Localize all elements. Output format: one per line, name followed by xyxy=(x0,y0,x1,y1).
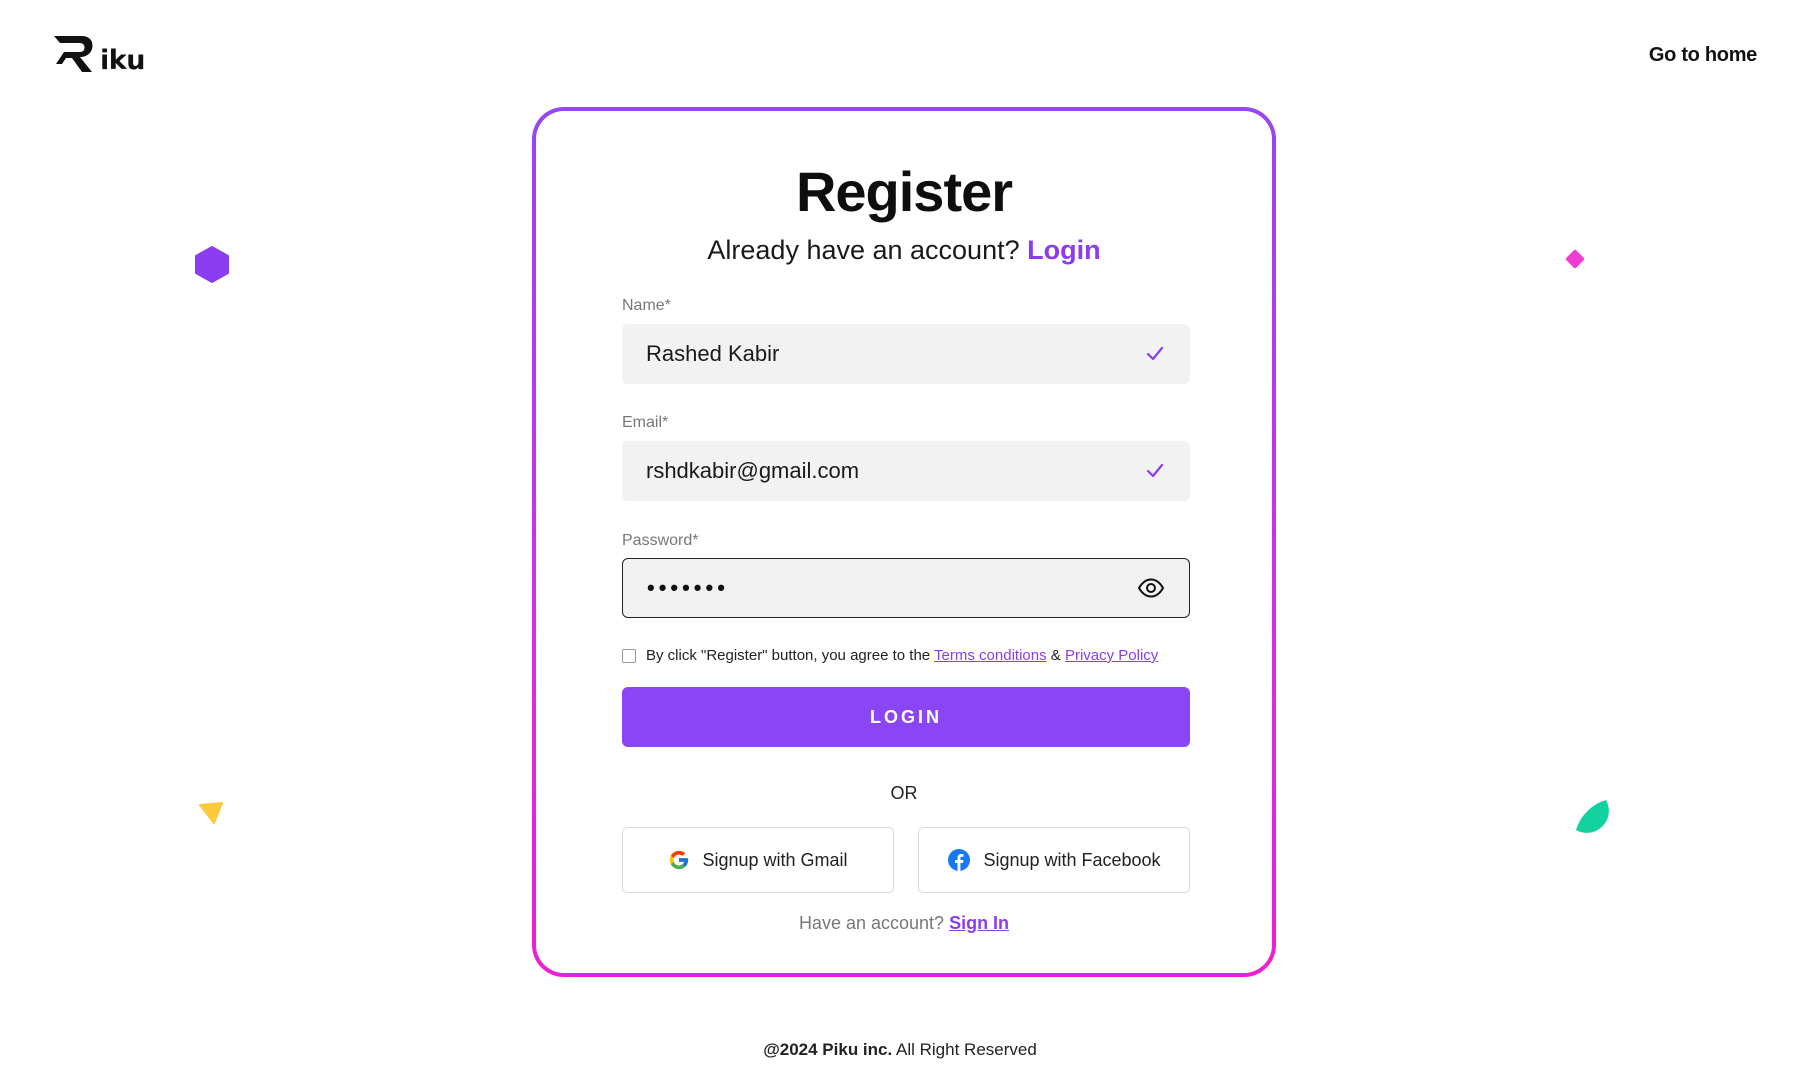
privacy-link[interactable]: Privacy Policy xyxy=(1065,647,1158,664)
terms-link[interactable]: Terms conditions xyxy=(934,647,1047,664)
terms-text: By click "Register" button, you agree to… xyxy=(646,647,1158,664)
logo-text: iku xyxy=(100,45,145,76)
facebook-icon xyxy=(948,849,971,871)
login-link[interactable]: Login xyxy=(1027,235,1100,265)
check-icon xyxy=(1146,346,1164,361)
page-title: Register xyxy=(795,160,1013,223)
login-prompt: Already have an account? Login xyxy=(536,235,1272,266)
go-to-home-link[interactable]: Go to home xyxy=(1649,44,1757,67)
login-button[interactable]: LOGIN xyxy=(622,687,1190,747)
sign-in-link[interactable]: Sign In xyxy=(949,913,1009,933)
register-card-border: Register Already have an account? Login … xyxy=(532,107,1276,977)
name-value: Rashed Kabir xyxy=(646,341,780,366)
terms-agreement: By click "Register" button, you agree to… xyxy=(622,647,1158,664)
piku-logo[interactable]: iku xyxy=(52,30,145,74)
password-field[interactable]: ••••••• xyxy=(622,558,1190,618)
name-label: Name* xyxy=(622,297,671,314)
footer-brand: @2024 Piku inc. xyxy=(763,1040,893,1059)
password-value: ••••••• xyxy=(647,575,729,600)
password-label: Password* xyxy=(622,532,699,549)
google-icon xyxy=(670,850,689,870)
sign-in-prompt: Have an account? Sign In xyxy=(536,913,1272,934)
name-field[interactable]: Rashed Kabir xyxy=(622,324,1190,384)
register-page: iku Go to home Register Already have an … xyxy=(0,0,1800,1080)
agree-text: By click "Register" button, you agree to… xyxy=(646,647,931,664)
register-card: Register Already have an account? Login … xyxy=(536,111,1272,973)
email-label: Email* xyxy=(622,414,669,431)
semicircle-decoration-icon xyxy=(1576,800,1609,833)
or-divider: OR xyxy=(890,783,918,803)
login-prompt-text: Already have an account? xyxy=(707,235,1020,265)
piku-r-logo-icon xyxy=(54,36,93,72)
hexagon-decoration-icon xyxy=(195,246,229,283)
footer: @2024 Piku inc. All Right Reserved xyxy=(0,1040,1800,1060)
eye-icon[interactable] xyxy=(1137,578,1165,598)
diamond-decoration-icon xyxy=(1565,249,1585,269)
footer-rights: All Right Reserved xyxy=(896,1040,1037,1059)
triangle-decoration-icon xyxy=(199,802,223,824)
signup-facebook-button[interactable]: Signup with Facebook xyxy=(918,827,1190,893)
facebook-label: Signup with Facebook xyxy=(983,849,1161,870)
signup-gmail-button[interactable]: Signup with Gmail xyxy=(622,827,894,893)
ampersand: & xyxy=(1050,647,1061,664)
sign-in-prompt-text: Have an account? xyxy=(798,913,945,933)
email-field[interactable]: rshdkabir@gmail.com xyxy=(622,441,1190,501)
gmail-label: Signup with Gmail xyxy=(702,849,848,870)
terms-checkbox[interactable] xyxy=(622,648,636,663)
email-value: rshdkabir@gmail.com xyxy=(646,458,860,483)
check-icon xyxy=(1146,463,1164,478)
